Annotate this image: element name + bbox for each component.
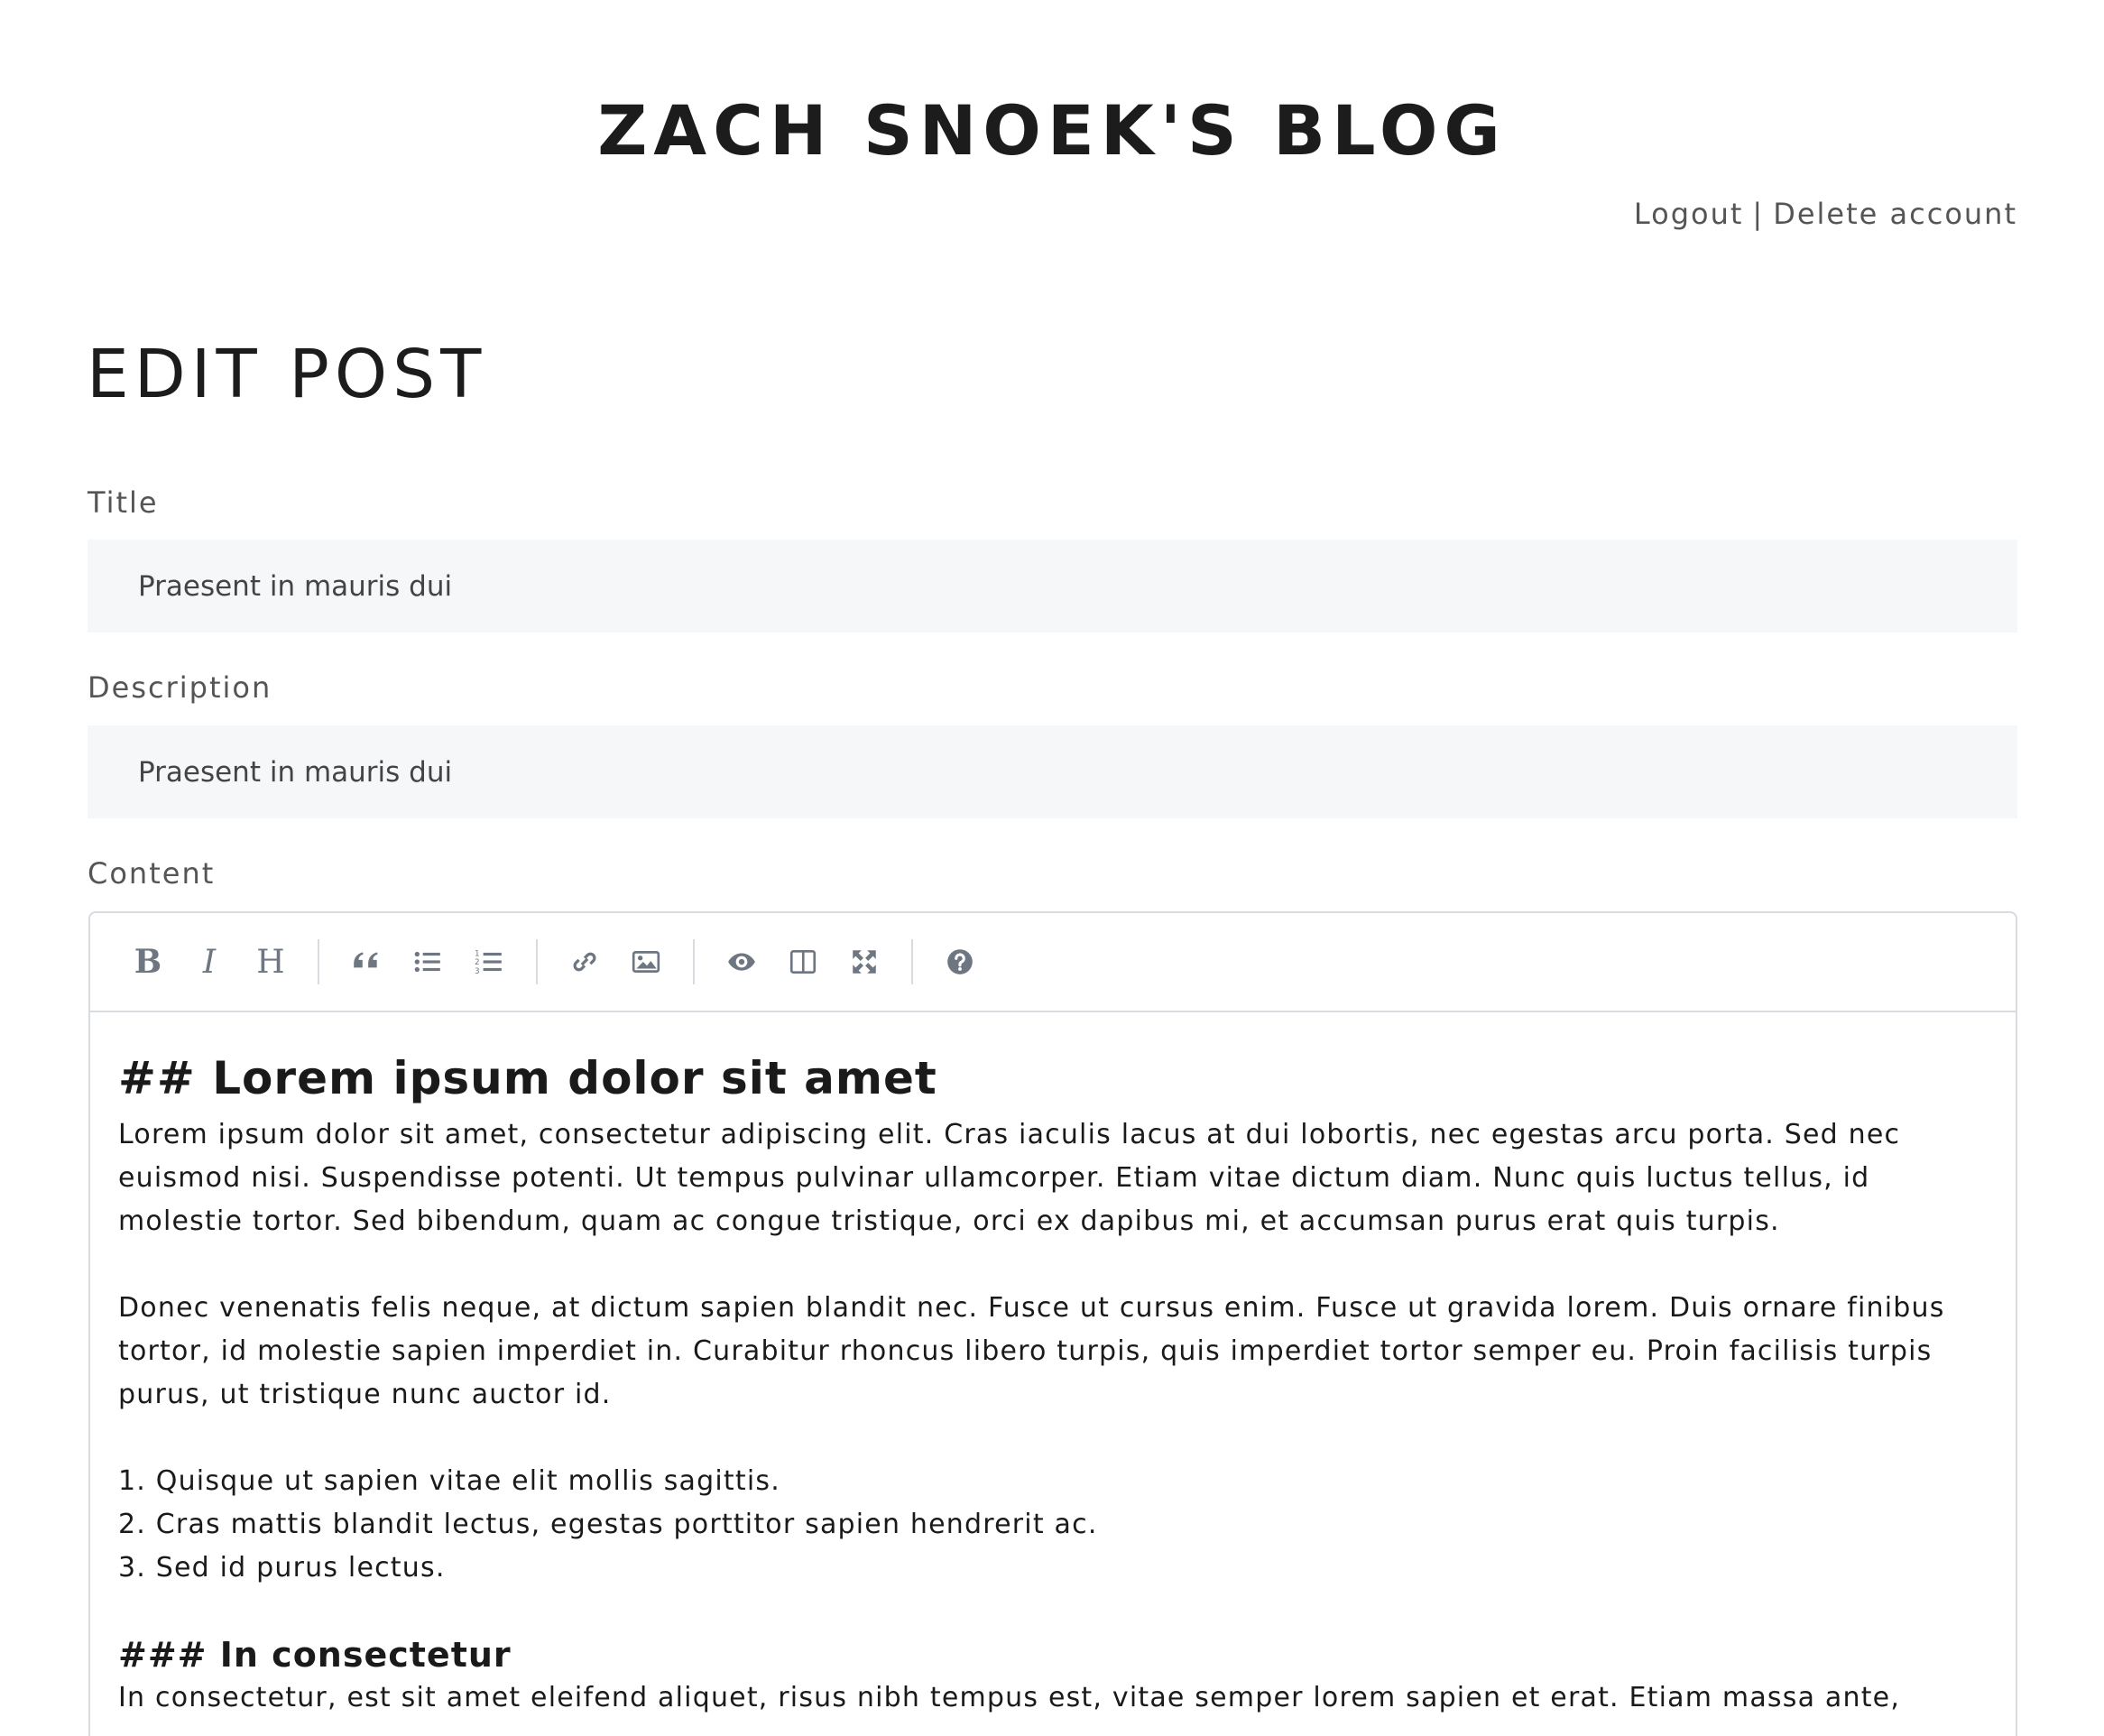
content-line: molestie tortor. Sed bibendum, quam ac c…: [118, 1205, 1780, 1237]
eye-icon: [728, 953, 755, 971]
content-line: tortor, id molestie sapien imperdiet in.…: [118, 1335, 1933, 1367]
bold-icon: B: [134, 943, 162, 981]
heading-button[interactable]: H: [244, 935, 298, 989]
bold-button[interactable]: B: [121, 935, 175, 989]
question-circle-icon: [947, 949, 973, 974]
toolbar-separator: [911, 939, 913, 984]
content-line: Lorem ipsum dolor sit amet, consectetur …: [118, 1119, 1901, 1150]
logout-link[interactable]: Logout: [1634, 197, 1744, 231]
preview-button[interactable]: [715, 935, 769, 989]
account-links: Logout | Delete account: [1634, 197, 2017, 231]
svg-text:2: 2: [475, 958, 479, 967]
unordered-list-icon: [414, 951, 440, 973]
italic-icon: I: [202, 943, 217, 981]
image-icon: [632, 951, 660, 973]
site-title[interactable]: ZACH SNOEK'S BLOG: [0, 90, 2104, 171]
image-button[interactable]: [619, 935, 673, 989]
columns-icon: [789, 949, 817, 974]
fullscreen-button[interactable]: [837, 935, 891, 989]
ordered-list-button[interactable]: 1 2 3: [462, 935, 516, 989]
content-line: purus, ut tristique nunc auctor id.: [118, 1379, 612, 1410]
page: ZACH SNOEK'S BLOG Logout | Delete account …: [0, 0, 2104, 1736]
delete-account-link[interactable]: Delete account: [1773, 197, 2017, 231]
list-item: 2. Cras mattis blandit lectus, egestas p…: [118, 1509, 1098, 1540]
title-label: Title: [88, 485, 159, 520]
svg-text:1: 1: [475, 950, 479, 959]
content-label: Content: [88, 856, 216, 891]
list-item: 3. Sed id purus lectus.: [118, 1552, 446, 1584]
content-heading-3: ### In consectetur: [118, 1635, 512, 1675]
list-item: 1. Quisque ut sapien vitae elit mollis s…: [118, 1465, 780, 1497]
content-line: In consectetur, est sit amet eleifend al…: [118, 1682, 1901, 1713]
fullscreen-icon: [853, 950, 876, 974]
markdown-editor: B I H 1 2 3 ## Lorem ipsum dolor sit ame…: [88, 911, 2017, 1736]
description-label: Description: [88, 670, 272, 705]
content-line: euismod nisi. Suspendisse potenti. Ut te…: [118, 1162, 1870, 1194]
link-icon: [573, 952, 596, 972]
ordered-list-icon: 1 2 3: [475, 950, 502, 976]
italic-button[interactable]: I: [182, 935, 236, 989]
description-input[interactable]: Praesent in mauris dui: [88, 725, 2017, 818]
content-heading-2: ## Lorem ipsum dolor sit amet: [118, 1052, 937, 1104]
side-by-side-button[interactable]: [776, 935, 830, 989]
quote-button[interactable]: [339, 935, 393, 989]
toolbar-separator: [693, 939, 695, 984]
toolbar-separator: [318, 939, 319, 984]
link-separator: |: [1752, 197, 1765, 231]
editor-content[interactable]: ## Lorem ipsum dolor sit amet Lorem ipsu…: [90, 1012, 2016, 1720]
help-button[interactable]: [933, 935, 987, 989]
page-title: EDIT POST: [87, 336, 487, 413]
toolbar-separator: [536, 939, 538, 984]
heading-icon: H: [256, 943, 285, 981]
content-line: Donec venenatis felis neque, at dictum s…: [118, 1292, 1945, 1324]
unordered-list-button[interactable]: [401, 935, 455, 989]
editor-toolbar: B I H 1 2 3: [90, 913, 2016, 1012]
quote-icon: [354, 952, 378, 968]
svg-text:3: 3: [475, 967, 479, 976]
link-button[interactable]: [558, 935, 612, 989]
title-input[interactable]: Praesent in mauris dui: [88, 540, 2017, 633]
